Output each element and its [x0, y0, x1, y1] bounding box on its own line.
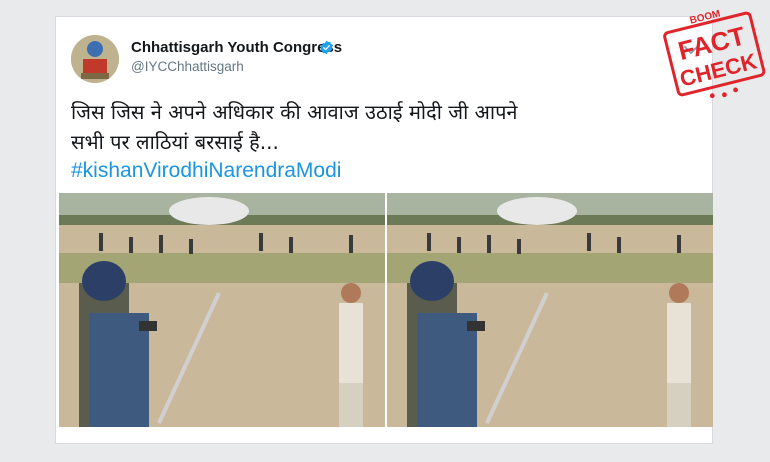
tweet-text-line1: जिस जिस ने अपने अधिकार की आवाज उठाई मोदी… — [71, 100, 518, 124]
author-name[interactable]: Chhattisgarh Youth Congress — [131, 39, 342, 56]
avatar[interactable] — [71, 35, 119, 83]
tweet-text: जिस जिस ने अपने अधिकार की आवाज उठाई मोदी… — [71, 97, 701, 157]
tweet-photo-left[interactable] — [59, 193, 385, 427]
tweet-photo-right[interactable] — [387, 193, 713, 427]
hashtag-link[interactable]: #kishanVirodhiNarendraModi — [71, 159, 341, 183]
author-handle[interactable]: @IYCChhattisgarh — [131, 59, 244, 74]
tweet-text-line2: सभी पर लाठियां बरसाई है... — [71, 130, 279, 154]
verified-badge-icon — [320, 40, 333, 55]
stamp-stars-icon — [709, 87, 738, 99]
tweet-card: Chhattisgarh Youth Congress @IYCChhattis… — [55, 16, 713, 444]
fact-check-stamp-logo: BOOM FACT CHECK — [663, 8, 766, 99]
